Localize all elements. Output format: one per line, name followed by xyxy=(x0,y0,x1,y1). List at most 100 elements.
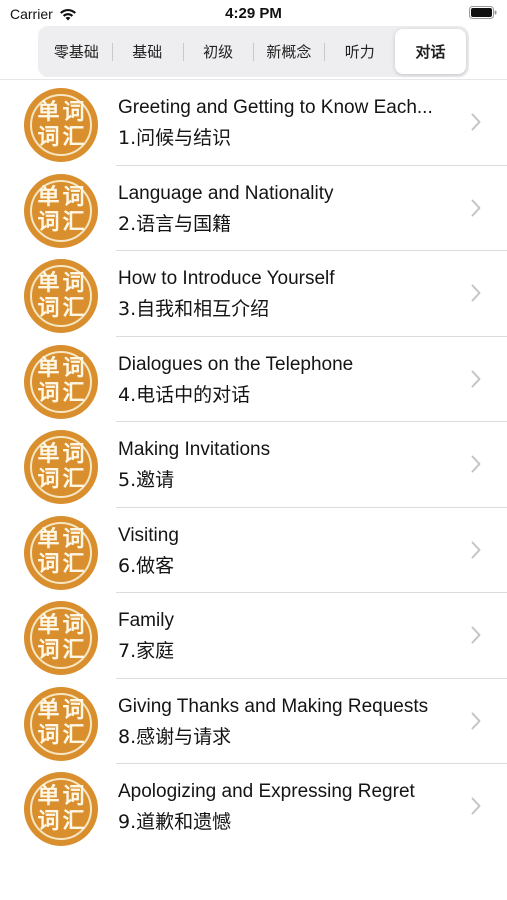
category-segmented-control: 零基础 基础 初级 新概念 听力 对话 xyxy=(38,26,469,77)
badge-ring: 单词词汇 xyxy=(30,179,92,242)
tab-6[interactable]: 对话 xyxy=(395,29,466,74)
lesson-subtitle: 7.家庭 xyxy=(118,640,175,662)
badge-char: 单 xyxy=(37,185,60,210)
badge-ring: 单词词汇 xyxy=(30,778,92,840)
badge-char: 单 xyxy=(37,356,60,381)
badge-char: 单 xyxy=(37,612,60,638)
vocabulary-badge-icon: 单词词汇 xyxy=(24,430,98,504)
badge-char: 词 xyxy=(62,698,85,723)
lesson-title: How to Introduce Yourself xyxy=(118,268,335,289)
lesson-row[interactable]: 单词词汇 Making Invitations 5.邀请 xyxy=(0,422,507,508)
vocabulary-badge-icon: 单词词汇 xyxy=(24,515,98,590)
badge-char: 汇 xyxy=(62,637,85,663)
badge-char: 词 xyxy=(62,527,85,552)
lesson-title: Making Invitations xyxy=(118,439,271,460)
badge-char: 汇 xyxy=(62,124,85,150)
badge-char: 词 xyxy=(37,295,60,321)
badge-char: 词 xyxy=(62,270,85,296)
badge-char: 汇 xyxy=(62,295,85,321)
badge-char: 词 xyxy=(62,356,85,381)
chevron-right-icon xyxy=(471,284,481,302)
badge-char: 词 xyxy=(37,723,60,748)
status-time: 4:29 PM xyxy=(225,5,282,22)
tab-1[interactable]: 零基础 xyxy=(41,29,112,74)
vocabulary-badge-icon: 单词词汇 xyxy=(24,88,98,162)
badge-char: 词 xyxy=(37,466,60,492)
badge-char: 汇 xyxy=(62,723,85,748)
vocabulary-badge-icon: 单词词汇 xyxy=(24,686,98,761)
chevron-right-icon xyxy=(471,113,481,131)
badge-ring: 单词词汇 xyxy=(30,265,92,327)
badge-char: 词 xyxy=(37,210,60,235)
chevron-right-icon xyxy=(471,455,481,473)
badge-char: 词 xyxy=(37,552,60,577)
lesson-row[interactable]: 单词词汇 Visiting 6.做客 xyxy=(0,508,507,593)
badge-ring: 单词词汇 xyxy=(30,521,92,584)
tab-4[interactable]: 新概念 xyxy=(253,29,324,74)
badge-char: 汇 xyxy=(62,808,85,834)
badge-char: 词 xyxy=(62,612,85,638)
vocabulary-badge-icon: 单词词汇 xyxy=(24,772,98,846)
tab-3[interactable]: 初级 xyxy=(182,29,254,74)
lesson-subtitle: 6.做客 xyxy=(118,554,175,577)
badge-char: 词 xyxy=(62,99,85,125)
lesson-subtitle: 5.邀请 xyxy=(118,469,175,491)
vocabulary-badge-icon: 单词词汇 xyxy=(24,173,98,248)
lesson-list: 单词词汇 Greeting and Getting to Know Each...… xyxy=(0,80,507,850)
badge-ring: 单词词汇 xyxy=(30,350,92,413)
badge-char: 词 xyxy=(37,637,60,663)
chevron-right-icon xyxy=(471,712,481,729)
lesson-subtitle: 3.自我和相互介绍 xyxy=(118,298,270,320)
badge-char: 单 xyxy=(37,783,60,809)
lesson-title: Greeting and Getting to Know Each... xyxy=(118,97,433,118)
badge-ring: 单词词汇 xyxy=(30,607,92,669)
badge-ring: 单词词汇 xyxy=(30,94,92,156)
badge-char: 汇 xyxy=(62,210,85,235)
lesson-subtitle: 2.语言与国籍 xyxy=(118,212,232,235)
badge-char: 单 xyxy=(37,698,60,723)
badge-char: 单 xyxy=(37,99,60,125)
badge-char: 汇 xyxy=(62,381,85,406)
lesson-subtitle: 4.电话中的对话 xyxy=(118,383,251,406)
badge-ring: 单词词汇 xyxy=(30,436,92,498)
lesson-title: Dialogues on the Telephone xyxy=(118,353,354,375)
status-bar: Carrier 4:29 PM xyxy=(0,0,507,26)
chevron-right-icon xyxy=(471,370,481,387)
badge-char: 词 xyxy=(37,124,60,150)
lesson-row[interactable]: 单词词汇 Family 7.家庭 xyxy=(0,593,507,679)
badge-char: 词 xyxy=(62,783,85,809)
lesson-row[interactable]: 单词词汇 Apologizing and Expressing Regret 9.道… xyxy=(0,764,507,850)
lesson-title: Language and Nationality xyxy=(118,182,334,204)
chevron-right-icon xyxy=(471,797,481,815)
chevron-right-icon xyxy=(471,199,481,216)
badge-char: 单 xyxy=(37,270,60,296)
lesson-title: Giving Thanks and Making Requests xyxy=(118,695,429,717)
tab-5[interactable]: 听力 xyxy=(324,29,395,74)
badge-char: 单 xyxy=(37,527,60,552)
lesson-subtitle: 8.感谢与请求 xyxy=(118,725,232,748)
vocabulary-badge-icon: 单词词汇 xyxy=(24,259,98,333)
badge-char: 汇 xyxy=(62,552,85,577)
vocabulary-badge-icon: 单词词汇 xyxy=(24,601,98,675)
lesson-row[interactable]: 单词词汇 Giving Thanks and Making Requests 8.感… xyxy=(0,679,507,764)
badge-char: 词 xyxy=(37,808,60,834)
lesson-row[interactable]: 单词词汇 How to Introduce Yourself 3.自我和相互介绍 xyxy=(0,251,507,337)
badge-char: 词 xyxy=(37,381,60,406)
lesson-row[interactable]: 单词词汇 Language and Nationality 2.语言与国籍 xyxy=(0,166,507,251)
lesson-subtitle: 1.问候与结识 xyxy=(118,127,232,149)
chevron-right-icon xyxy=(471,541,481,558)
lesson-subtitle: 9.道歉和遗憾 xyxy=(118,811,232,833)
lesson-row[interactable]: 单词词汇 Dialogues on the Telephone 4.电话中的对话 xyxy=(0,337,507,422)
lesson-row[interactable]: 单词词汇 Greeting and Getting to Know Each...… xyxy=(0,80,507,166)
vocabulary-badge-icon: 单词词汇 xyxy=(24,344,98,419)
badge-char: 汇 xyxy=(62,466,85,492)
badge-char: 单 xyxy=(37,441,60,467)
lesson-title: Visiting xyxy=(118,524,179,546)
chevron-right-icon xyxy=(471,626,481,644)
lesson-title: Apologizing and Expressing Regret xyxy=(118,781,415,802)
lesson-title: Family xyxy=(118,610,174,631)
badge-char: 词 xyxy=(62,441,85,467)
badge-ring: 单词词汇 xyxy=(30,692,92,755)
battery-icon xyxy=(469,6,497,19)
tab-2[interactable]: 基础 xyxy=(111,29,183,74)
